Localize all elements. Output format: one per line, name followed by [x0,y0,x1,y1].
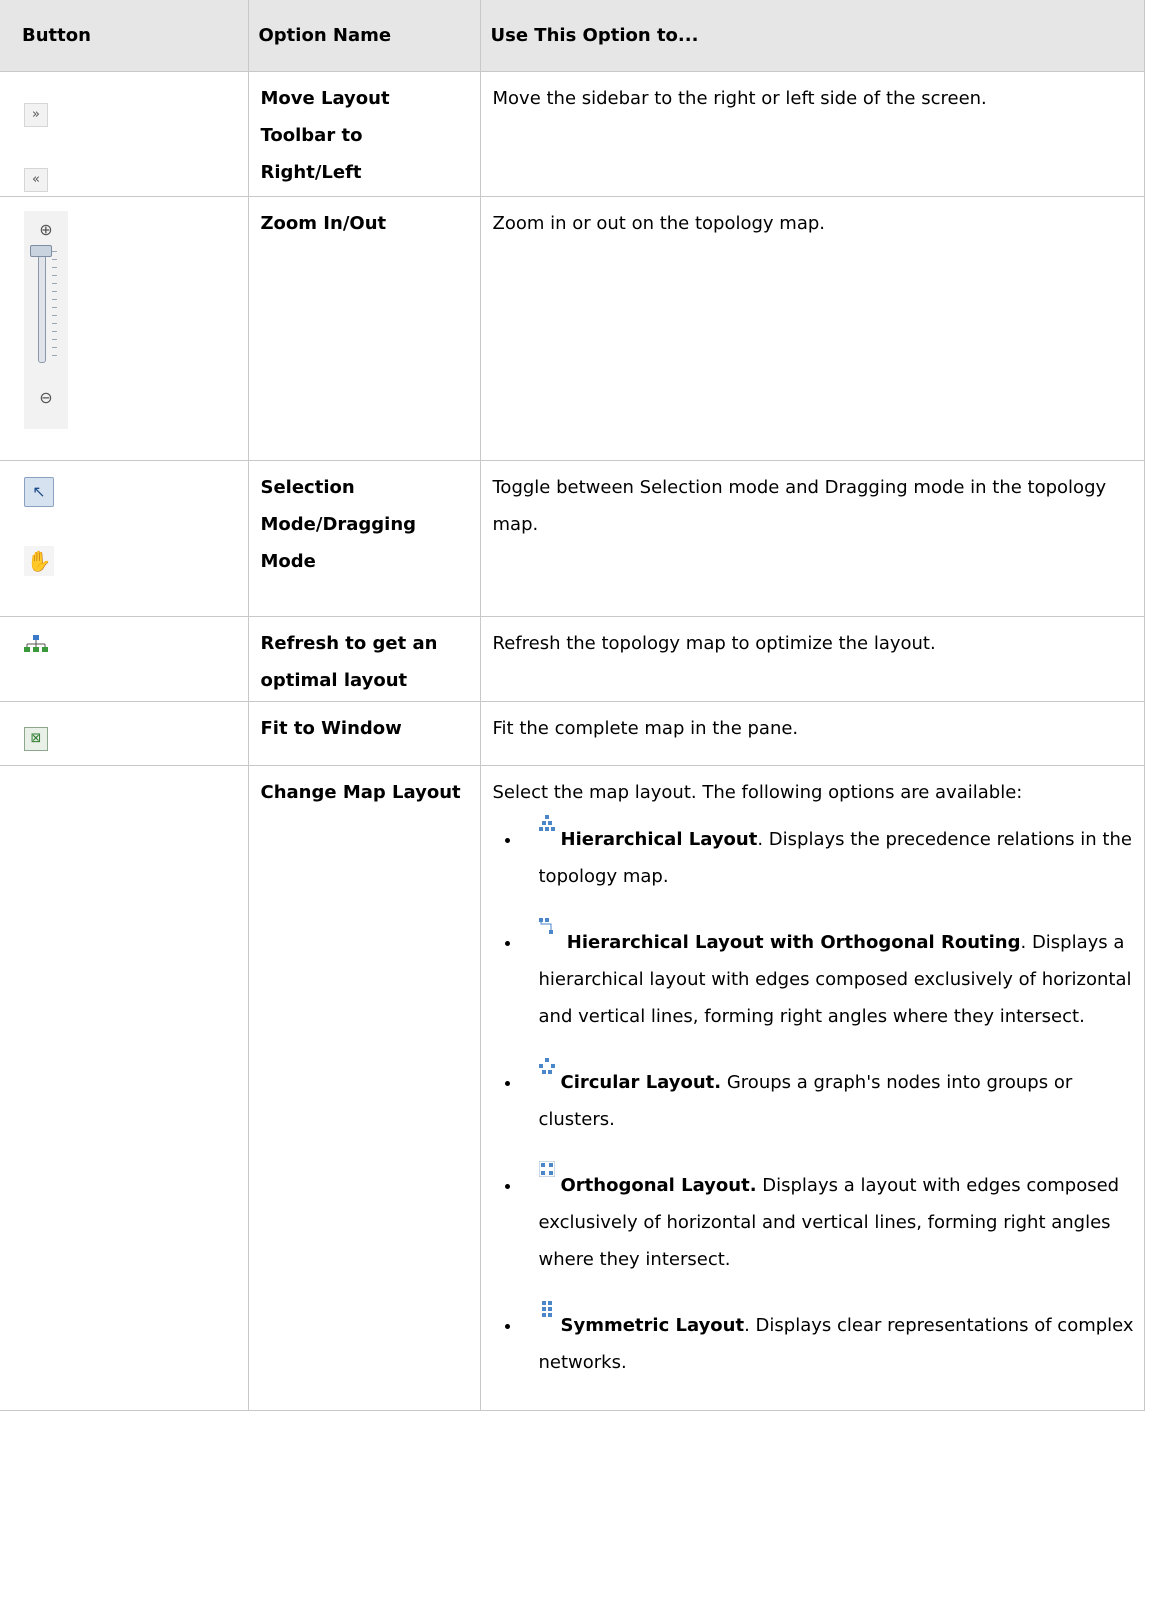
layout-name: Orthogonal Layout. [560,1175,757,1196]
layout-name: Symmetric Layout [560,1315,745,1336]
list-item: Symmetric Layout. Displays clear represe… [493,1301,1136,1381]
zoom-in-icon[interactable]: ⊕ [24,219,68,241]
option-name: Refresh to get an optimal layout [247,616,481,702]
list-item: Orthogonal Layout. Displays a layout wit… [493,1161,1136,1278]
move-right-icon[interactable]: » [24,103,48,127]
layout-name: Hierarchical Layout with Orthogonal Rout… [560,932,1021,953]
selection-arrow-icon[interactable]: ↖ [24,477,54,507]
orthogonal-layout-icon [538,1161,555,1177]
table-row: ⊠ Fit to Window Fit the complete map in … [0,701,1145,766]
table-row: Refresh to get an optimal layout Refresh… [0,616,1145,702]
zoom-slider-ticks [52,251,57,361]
bullet [504,1324,510,1329]
option-name: Move Layout Toolbar to Right/Left [247,71,481,197]
button-cell: ⊠ [0,701,249,766]
option-name: Zoom In/Out [247,196,481,461]
list-item: Hierarchical Layout. Displays the preced… [493,815,1136,895]
button-cell [0,616,249,702]
layout-list: Hierarchical Layout. Displays the preced… [493,815,1136,1381]
list-item: Circular Layout. Groups a graph's nodes … [493,1058,1136,1138]
option-description: Move the sidebar to the right or left si… [479,71,1145,197]
option-name: Selection Mode/Dragging Mode [247,460,481,617]
header-use: Use This Option to... [480,0,1145,72]
move-left-icon[interactable]: « [24,168,48,192]
refresh-layout-icon[interactable] [24,635,48,655]
drag-hand-icon[interactable]: ✋ [24,546,54,576]
options-table: Button Option Name Use This Option to...… [0,0,1145,1411]
layout-name: Circular Layout. [560,1072,722,1093]
table-row: Change Map Layout Select the map layout.… [0,765,1145,1411]
bullet [504,838,510,843]
table-row: ↖ ✋ Selection Mode/Dragging Mode Toggle … [0,460,1145,617]
zoom-slider-thumb[interactable] [30,245,52,257]
option-description: Zoom in or out on the topology map. [479,196,1145,461]
option-description: Refresh the topology map to optimize the… [479,616,1145,702]
zoom-control: ⊕ ⊖ [24,211,68,429]
zoom-slider[interactable] [38,251,46,363]
table-header-row: Button Option Name Use This Option to... [0,0,1145,72]
button-cell: » « [0,71,249,197]
circular-layout-icon [538,1058,555,1074]
button-cell [0,765,249,1411]
header-option-name: Option Name [248,0,481,72]
table-row: » « Move Layout Toolbar to Right/Left Mo… [0,71,1145,197]
table-row: ⊕ ⊖ Zoom In/Out Zoom in or out on the to… [0,196,1145,461]
button-cell: ⊕ ⊖ [0,196,249,461]
symmetric-layout-icon [541,1301,552,1317]
bullet [504,1081,510,1086]
hierarchical-layout-icon [538,815,555,831]
list-item: Hierarchical Layout with Orthogonal Rout… [493,918,1136,1035]
option-name: Fit to Window [247,701,481,766]
fit-to-window-icon[interactable]: ⊠ [24,727,48,751]
layout-intro: Select the map layout. The following opt… [492,782,1023,803]
zoom-out-icon[interactable]: ⊖ [24,387,68,409]
option-description: Toggle between Selection mode and Draggi… [479,460,1145,617]
option-description: Fit the complete map in the pane. [479,701,1145,766]
bullet [504,941,510,946]
header-button: Button [0,0,249,72]
layout-name: Hierarchical Layout [560,829,758,850]
button-cell: ↖ ✋ [0,460,249,617]
option-name: Change Map Layout [247,765,481,1411]
orthogonal-routing-icon [538,918,553,934]
option-description: Select the map layout. The following opt… [479,765,1145,1411]
bullet [504,1184,510,1189]
